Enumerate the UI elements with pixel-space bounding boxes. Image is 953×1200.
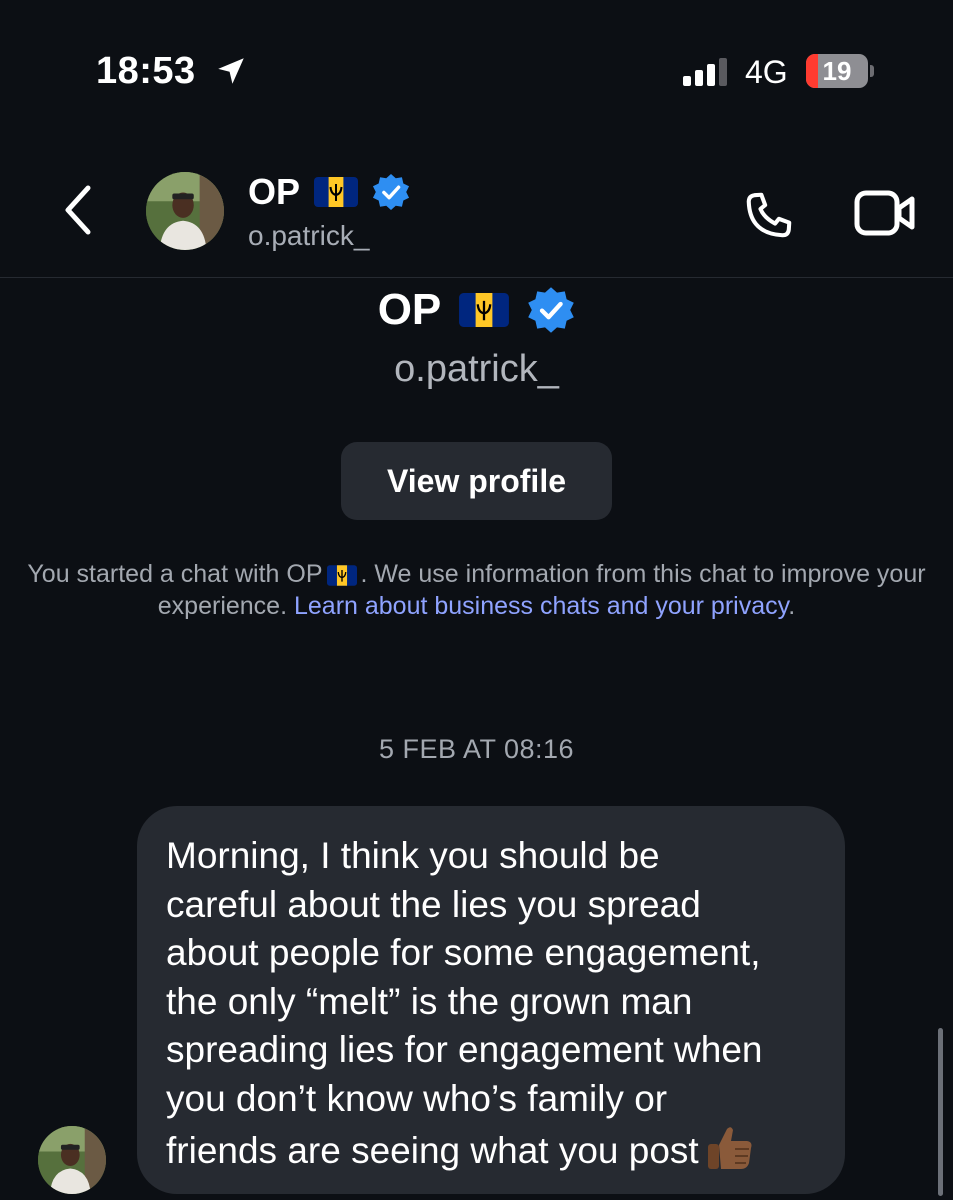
avatar[interactable] bbox=[146, 172, 224, 250]
privacy-note-suffix: . bbox=[788, 592, 796, 620]
phone-icon[interactable] bbox=[740, 188, 798, 242]
message-text: Morning, I think you should be careful a… bbox=[166, 835, 763, 1171]
header-title-row[interactable]: OP bbox=[248, 170, 410, 214]
scrollbar[interactable] bbox=[938, 1028, 943, 1196]
header-username: o.patrick_ bbox=[248, 220, 370, 251]
incoming-message-bubble[interactable]: Morning, I think you should be careful a… bbox=[137, 806, 845, 1194]
privacy-note-prefix: You started a chat with OP bbox=[27, 560, 323, 588]
back-chevron-icon[interactable] bbox=[56, 180, 100, 240]
profile-name: OP bbox=[377, 285, 442, 334]
barbados-flag-icon bbox=[314, 177, 359, 207]
chat-header: OP o.patrick_ bbox=[0, 150, 953, 278]
battery-percentage: 19 bbox=[822, 56, 852, 86]
header-name: OP bbox=[248, 171, 301, 212]
chat-screen: 18:53 4G 19 OP o.patrick_ OP o.patrick_ … bbox=[0, 0, 953, 1200]
barbados-flag-icon bbox=[326, 565, 357, 586]
privacy-learn-more-link[interactable]: Learn about business chats and your priv… bbox=[294, 592, 788, 620]
battery-tip bbox=[870, 65, 874, 77]
status-time: 18:53 bbox=[96, 50, 196, 92]
avatar-photo-icon bbox=[146, 172, 224, 250]
signal-bars-icon bbox=[683, 58, 727, 86]
location-arrow-icon bbox=[218, 58, 244, 84]
profile-title-row: OP bbox=[0, 282, 953, 338]
verified-badge-icon bbox=[528, 287, 575, 333]
network-type: 4G bbox=[745, 54, 788, 90]
video-camera-icon[interactable] bbox=[854, 188, 916, 238]
message-date-separator: 5 FEB AT 08:16 bbox=[378, 734, 575, 764]
barbados-flag-icon bbox=[459, 293, 510, 327]
status-bar: 18:53 4G 19 bbox=[0, 0, 953, 140]
thumbs-up-icon bbox=[707, 1127, 752, 1169]
avatar-photo-icon bbox=[38, 1126, 106, 1194]
verified-badge-icon bbox=[372, 173, 410, 211]
business-chat-privacy-note: You started a chat with OP . We use info… bbox=[14, 558, 939, 622]
battery-icon: 19 bbox=[806, 54, 868, 88]
view-profile-button[interactable]: View profile bbox=[341, 442, 612, 520]
profile-username: o.patrick_ bbox=[394, 348, 559, 390]
sender-avatar[interactable] bbox=[38, 1126, 106, 1194]
